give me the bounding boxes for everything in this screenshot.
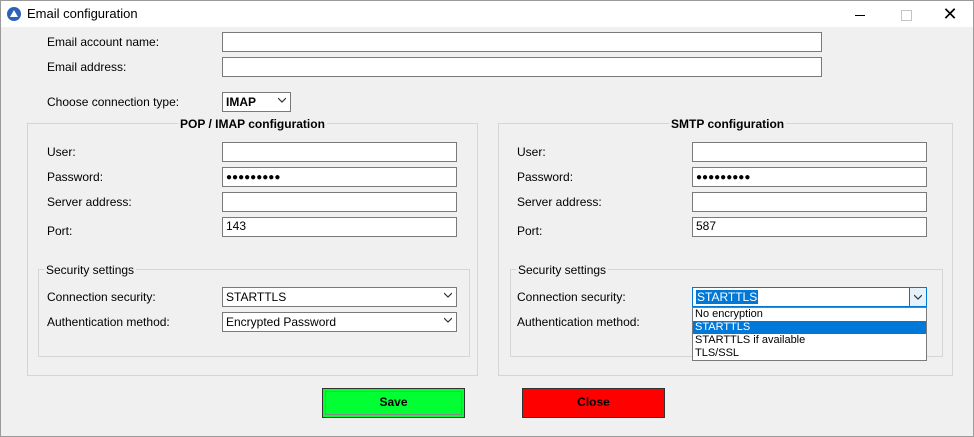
smtp-port-input[interactable]: 587 [692, 217, 927, 237]
pop-connection-security-value: STARTTLS [226, 290, 287, 304]
smtp-connection-security-label: Connection security: [517, 290, 626, 304]
smtp-password-input[interactable]: ●●●●●●●●● [692, 167, 927, 187]
pop-server-label: Server address: [47, 195, 132, 209]
maximize-icon [900, 9, 912, 21]
close-button[interactable]: Close [522, 388, 665, 418]
pop-port-input[interactable]: 143 [222, 217, 457, 237]
smtp-auth-method-label: Authentication method: [517, 315, 640, 329]
smtp-port-label: Port: [517, 224, 543, 238]
smtp-server-label: Server address: [517, 195, 602, 209]
dropdown-option[interactable]: TLS/SSL [693, 347, 926, 360]
connection-type-select[interactable]: IMAP [222, 92, 291, 112]
connection-type-label: Choose connection type: [47, 95, 180, 109]
chevron-down-icon [914, 294, 922, 300]
pop-user-input[interactable] [222, 142, 457, 162]
smtp-connection-security-value: STARTTLS [696, 290, 759, 304]
chevron-down-icon [444, 317, 452, 323]
account-name-label: Email account name: [47, 35, 160, 49]
smtp-password-label: Password: [517, 170, 574, 184]
pop-password-label: Password: [47, 170, 104, 184]
pop-password-input[interactable]: ●●●●●●●●● [222, 167, 457, 187]
pop-port-label: Port: [47, 224, 73, 238]
email-config-window: Email configuration ✕ Email account name… [0, 0, 974, 437]
dropdown-option[interactable]: STARTTLS if available [693, 334, 926, 347]
smtp-connection-security-select[interactable]: STARTTLS [692, 287, 927, 307]
smtp-user-input[interactable] [692, 142, 927, 162]
dropdown-arrow-button[interactable] [909, 288, 926, 306]
smtp-server-input[interactable] [692, 192, 927, 212]
app-logo-icon [7, 7, 21, 21]
smtp-security-title: Security settings [516, 263, 609, 277]
window-title: Email configuration [27, 6, 138, 21]
pop-security-title: Security settings [44, 263, 137, 277]
account-name-input[interactable] [222, 32, 822, 52]
connection-type-value: IMAP [226, 95, 256, 109]
chevron-down-icon [278, 97, 286, 103]
pop-auth-method-value: Encrypted Password [226, 315, 337, 329]
minimize-button[interactable] [837, 1, 883, 27]
pop-auth-method-label: Authentication method: [47, 315, 170, 329]
dropdown-option[interactable]: No encryption [693, 308, 926, 321]
email-address-input[interactable] [222, 57, 822, 77]
smtp-title: SMTP configuration [669, 117, 787, 131]
pop-imap-title: POP / IMAP configuration [178, 117, 327, 131]
close-icon: ✕ [942, 4, 958, 24]
connection-security-dropdown-list[interactable]: No encryption STARTTLS STARTTLS if avail… [692, 307, 927, 361]
title-bar[interactable]: Email configuration ✕ [1, 1, 973, 27]
smtp-user-label: User: [517, 145, 546, 159]
close-button-label: Close [577, 395, 610, 409]
maximize-button [883, 1, 929, 27]
pop-user-label: User: [47, 145, 76, 159]
dropdown-option-selected[interactable]: STARTTLS [693, 321, 926, 334]
save-button[interactable]: Save [322, 388, 465, 418]
pop-connection-security-label: Connection security: [47, 290, 156, 304]
chevron-down-icon [444, 292, 452, 298]
pop-connection-security-select[interactable]: STARTTLS [222, 287, 457, 307]
pop-auth-method-select[interactable]: Encrypted Password [222, 312, 457, 332]
minimize-icon [855, 14, 865, 16]
close-window-button[interactable]: ✕ [927, 1, 973, 27]
email-address-label: Email address: [47, 60, 127, 74]
pop-server-input[interactable] [222, 192, 457, 212]
save-button-label: Save [379, 395, 408, 409]
